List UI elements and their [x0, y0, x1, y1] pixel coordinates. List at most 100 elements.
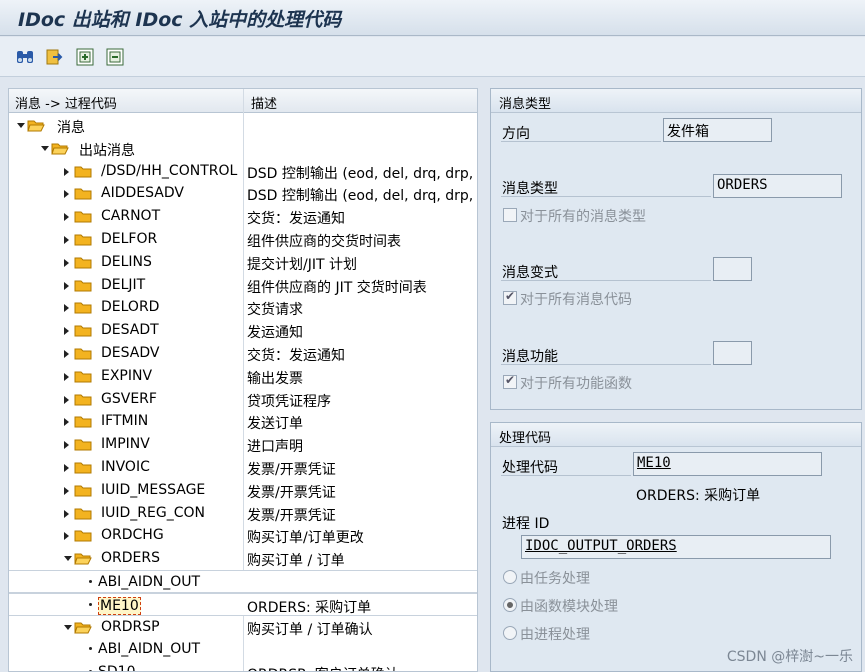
tree-code-abi-aidn-out[interactable]: ABI_AIDN_OUT	[9, 638, 477, 661]
tree-message-iuid-message[interactable]: IUID_MESSAGE 发票/开票凭证	[9, 479, 477, 502]
tree-message-delfor[interactable]: DELFOR 组件供应商的交货时间表	[9, 228, 477, 251]
open-folder-icon	[51, 141, 69, 155]
expand-arrow-icon[interactable]	[64, 532, 69, 541]
tree-node-label[interactable]: IMPINV	[101, 436, 150, 452]
collapse-arrow-icon[interactable]	[41, 145, 49, 151]
process-id-field[interactable]: IDOC_OUTPUT_ORDERS	[521, 535, 831, 559]
column-header-message[interactable]: 消息 -> 过程代码	[15, 93, 117, 112]
tree-message-deljit[interactable]: DELJIT 组件供应商的 JIT 交货时间表	[9, 274, 477, 297]
expand-arrow-icon[interactable]	[64, 281, 69, 290]
expand-arrow-icon[interactable]	[64, 213, 69, 222]
tree-root-node[interactable]: 消息	[9, 114, 477, 137]
tree-node-label[interactable]: 消息	[57, 117, 85, 137]
collapse-arrow-icon[interactable]	[17, 123, 25, 128]
expand-arrow-icon[interactable]	[64, 190, 69, 199]
tree-message-aiddesadv[interactable]: AIDDESADV DSD 控制输出 (eod, del, drq, drp,	[9, 182, 477, 205]
tree-node-label[interactable]: IUID_REG_CON	[101, 505, 205, 521]
all-message-codes-checkbox[interactable]	[503, 289, 517, 305]
all-message-types-checkbox[interactable]	[503, 208, 517, 222]
tree-node-label[interactable]: DESADT	[101, 322, 159, 338]
tree-message-invoic[interactable]: INVOIC 发票/开票凭证	[9, 456, 477, 479]
expand-arrow-icon[interactable]	[64, 258, 69, 267]
expand-arrow-icon[interactable]	[64, 395, 69, 404]
process-id-label: 进程 ID	[502, 516, 550, 532]
collapse-all-icon[interactable]	[104, 46, 126, 68]
tree-node-label[interactable]: DELINS	[101, 254, 152, 270]
folder-icon	[74, 414, 92, 428]
tree-message-expinv[interactable]: EXPINV 输出发票	[9, 365, 477, 388]
folder-icon	[74, 186, 92, 200]
tree-message-delord[interactable]: DELORD 交货请求	[9, 296, 477, 319]
tree-message-gsverf[interactable]: GSVERF 贷项凭证程序	[9, 388, 477, 411]
tree-message--dsd-hh-control[interactable]: /DSD/HH_CONTROL DSD 控制输出 (eod, del, drq, …	[9, 160, 477, 183]
processing-code-field[interactable]: ME10	[633, 452, 822, 476]
all-functions-checkbox[interactable]	[503, 373, 517, 389]
direction-label: 方向	[502, 126, 530, 142]
tree-code-abi-aidn-out[interactable]: ABI_AIDN_OUT	[9, 570, 477, 593]
tree-message-ordchg[interactable]: ORDCHG 购买订单/订单更改	[9, 524, 477, 547]
tree-node-label[interactable]: IUID_MESSAGE	[101, 482, 205, 498]
tree-node-label[interactable]: /DSD/HH_CONTROL	[101, 163, 237, 179]
tree-node-label[interactable]: ORDERS	[101, 550, 160, 566]
tree-message-ordrsp[interactable]: ORDRSP 购买订单 / 订单确认	[9, 616, 477, 639]
tree-message-desadt[interactable]: DESADT 发运通知	[9, 319, 477, 342]
expand-arrow-icon[interactable]	[64, 486, 69, 495]
expand-arrow-icon[interactable]	[64, 441, 69, 450]
process-processing-radio[interactable]	[503, 626, 517, 640]
process-processing-label: 由进程处理	[520, 627, 590, 643]
tree-code-sd10[interactable]: SD10 ORDRSP: 客户订单确认	[9, 661, 477, 671]
expand-arrow-icon[interactable]	[64, 167, 69, 176]
message-type-label: 消息类型	[502, 181, 558, 197]
expand-arrow-icon[interactable]	[64, 509, 69, 518]
tree-node-label[interactable]: DELJIT	[101, 277, 145, 293]
tree-node-label[interactable]: DESADV	[101, 345, 159, 361]
tree-node-label[interactable]: ORDRSP	[101, 619, 160, 635]
binoculars-icon[interactable]	[14, 46, 36, 68]
tree-node-label[interactable]: ABI_AIDN_OUT	[98, 574, 200, 590]
expand-arrow-icon[interactable]	[64, 464, 69, 472]
expand-arrow-icon[interactable]	[64, 327, 69, 336]
tree-node-label[interactable]: IFTMIN	[101, 413, 148, 429]
collapse-arrow-icon[interactable]	[64, 556, 72, 562]
task-processing-radio[interactable]	[503, 570, 517, 584]
folder-icon	[74, 369, 92, 383]
message-type-field[interactable]: ORDERS	[713, 174, 842, 198]
expand-arrow-icon[interactable]	[64, 304, 69, 313]
message-variant-field[interactable]	[713, 257, 752, 281]
tree-node-label[interactable]: GSVERF	[101, 391, 157, 407]
tree-node-label[interactable]: DELFOR	[101, 231, 157, 247]
tree-node-label[interactable]: SD10	[98, 664, 135, 671]
tree-code-me10[interactable]: ME10 ORDERS: 采购订单	[9, 592, 477, 616]
tree-node-label[interactable]: ME10	[98, 596, 141, 615]
label-underline	[501, 141, 661, 142]
column-header-description[interactable]: 描述	[251, 93, 277, 112]
tree-node-label[interactable]: ABI_AIDN_OUT	[98, 641, 200, 657]
expand-arrow-icon[interactable]	[64, 236, 69, 244]
tree-node-label[interactable]: DELORD	[101, 299, 159, 315]
tree-node-label[interactable]: EXPINV	[101, 368, 152, 384]
expand-all-icon[interactable]	[74, 46, 96, 68]
export-icon[interactable]	[44, 46, 66, 68]
tree-message-desadv[interactable]: DESADV 交货：发运通知	[9, 342, 477, 365]
tree-node-label[interactable]: INVOIC	[101, 459, 150, 475]
tree-message-impinv[interactable]: IMPINV 进口声明	[9, 433, 477, 456]
function-module-radio[interactable]	[503, 598, 517, 612]
tree-node-label[interactable]: AIDDESADV	[101, 185, 184, 201]
tree-node-description: 发送订单	[247, 416, 303, 433]
tree-node-label[interactable]: CARNOT	[101, 208, 160, 224]
message-function-field[interactable]	[713, 341, 752, 365]
tree-node-label[interactable]: ORDCHG	[101, 527, 164, 543]
tree-node-label[interactable]: 出站消息	[79, 140, 135, 160]
tree-message-iftmin[interactable]: IFTMIN 发送订单	[9, 410, 477, 433]
tree-message-iuid-reg-con[interactable]: IUID_REG_CON 发票/开票凭证	[9, 502, 477, 525]
collapse-arrow-icon[interactable]	[64, 624, 72, 630]
expand-arrow-icon[interactable]	[64, 350, 69, 358]
tree-message-delins[interactable]: DELINS 提交计划/JIT 计划	[9, 251, 477, 274]
direction-field[interactable]: 发件箱	[663, 118, 772, 142]
tree-outbound-node[interactable]: 出站消息	[9, 137, 477, 160]
expand-arrow-icon[interactable]	[64, 418, 69, 427]
tree-message-carnot[interactable]: CARNOT 交货：发运通知	[9, 205, 477, 228]
tree-message-orders[interactable]: ORDERS 购买订单 / 订单	[9, 547, 477, 570]
expand-arrow-icon[interactable]	[64, 372, 69, 381]
tree-node-description: 发票/开票凭证	[247, 462, 336, 478]
